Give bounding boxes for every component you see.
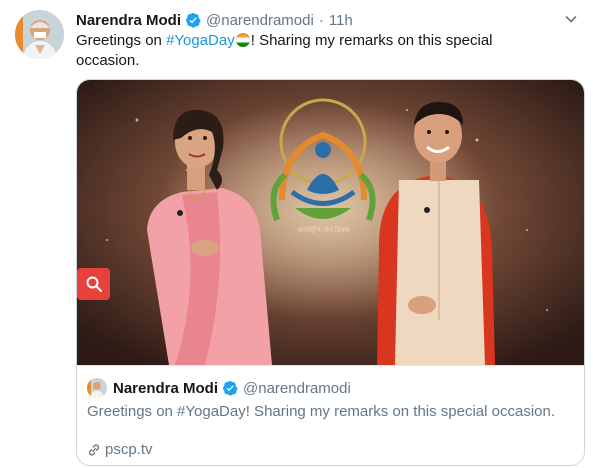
quoted-text: Greetings on #YogaDay! Sharing my remark… bbox=[87, 403, 556, 420]
tweet-header: Narendra Modi @narendramodi · 11h bbox=[76, 9, 573, 31]
verified-badge-icon bbox=[185, 12, 201, 28]
tweet-time[interactable]: 11h bbox=[329, 12, 353, 29]
author-name[interactable]: Narendra Modi bbox=[76, 12, 181, 29]
card-link-domain[interactable]: pscp.tv bbox=[105, 441, 153, 458]
chevron-down-icon[interactable] bbox=[563, 11, 579, 27]
tweet-card[interactable]: अंतर्राष्ट्रीय योग दिवस Narendra Modi @n… bbox=[76, 79, 585, 466]
india-flag-emoji bbox=[235, 33, 250, 47]
tweet-text-start: Greetings on bbox=[76, 32, 167, 49]
author-avatar[interactable] bbox=[15, 10, 64, 59]
quoted-author-name[interactable]: Narendra Modi bbox=[113, 380, 218, 397]
link-icon bbox=[88, 444, 100, 455]
author-handle[interactable]: @narendramodi bbox=[206, 12, 314, 29]
quoted-tweet[interactable]: Narendra Modi @narendramodi Greetings on… bbox=[77, 365, 584, 465]
quoted-header: Narendra Modi @narendramodi bbox=[87, 378, 351, 398]
search-icon bbox=[86, 276, 102, 292]
separator-dot: · bbox=[318, 11, 324, 29]
tweet-text: Greetings on #YogaDay! Sharing my remark… bbox=[76, 31, 546, 71]
quoted-avatar bbox=[87, 378, 107, 398]
card-link[interactable]: pscp.tv bbox=[87, 441, 153, 458]
quoted-handle[interactable]: @narendramodi bbox=[243, 380, 351, 397]
video-thumbnail[interactable]: अंतर्राष्ट्रीय योग दिवस bbox=[77, 80, 584, 365]
verified-badge-icon bbox=[222, 380, 238, 396]
search-button[interactable] bbox=[77, 268, 110, 300]
svg-text:अंतर्राष्ट्रीय योग दिवस: अंतर्राष्ट्रीय योग दिवस bbox=[297, 225, 350, 234]
hashtag-link[interactable]: #YogaDay bbox=[166, 32, 235, 49]
